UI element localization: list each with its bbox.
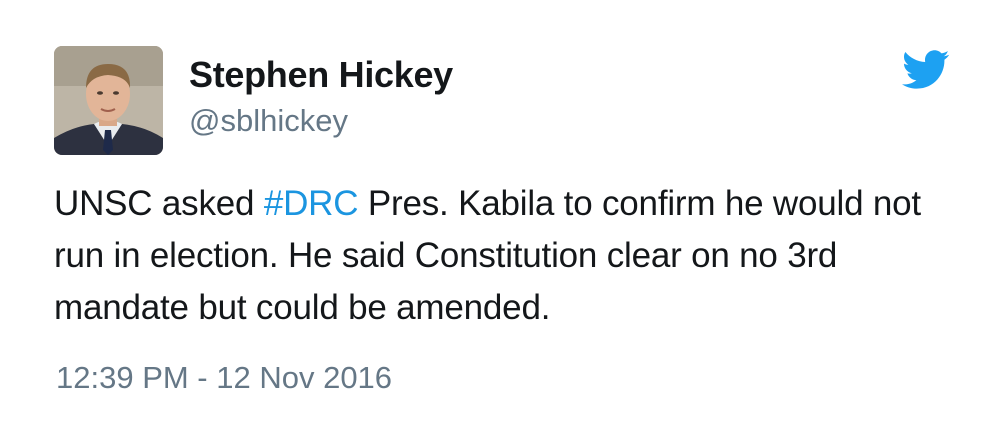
tweet-card: Stephen Hickey @sblhickey UNSC asked #DR…	[0, 0, 1002, 424]
twitter-bird-icon[interactable]	[902, 50, 950, 90]
author-handle[interactable]: @sblhickey	[189, 102, 348, 140]
tweet-text: UNSC asked #DRC Pres. Kabila to confirm …	[54, 178, 954, 334]
tweet-text-part1: UNSC asked	[54, 184, 264, 223]
author-display-name[interactable]: Stephen Hickey	[189, 54, 453, 96]
twitter-bird-icon-svg	[902, 50, 950, 89]
avatar[interactable]	[54, 46, 163, 155]
hashtag-link[interactable]: #DRC	[264, 184, 359, 223]
avatar-image	[54, 46, 163, 155]
tweet-timestamp[interactable]: 12:39 PM - 12 Nov 2016	[56, 358, 392, 398]
